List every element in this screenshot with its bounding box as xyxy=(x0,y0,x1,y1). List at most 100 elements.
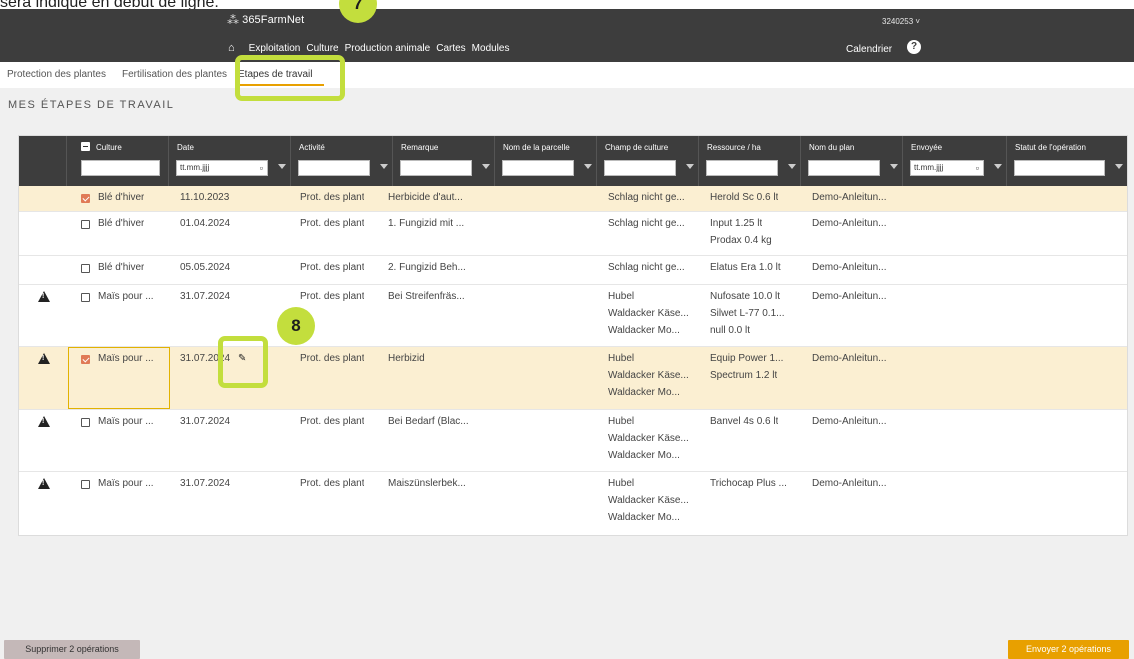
select-all-checkbox[interactable] xyxy=(81,142,90,151)
row-checkbox[interactable] xyxy=(81,293,90,302)
filter-icon[interactable] xyxy=(686,164,694,169)
main-nav: ⌂ Exploitation Culture Production animal… xyxy=(228,42,509,54)
cell-plan: Demo-Anleitun... xyxy=(812,353,887,364)
row-checkbox[interactable] xyxy=(81,355,90,364)
sub-nav: Protection des plantes Fertilisation des… xyxy=(0,62,1134,88)
header-label[interactable]: Ressource / ha xyxy=(707,143,761,152)
header-label[interactable]: Envoyée xyxy=(911,143,942,152)
cell-champ: Schlag nicht ge... xyxy=(608,192,685,203)
callout-highlight-edit xyxy=(218,336,268,388)
cell-remarque: Maiszünslerbek... xyxy=(388,478,466,489)
cell-plan: Demo-Anleitun... xyxy=(812,218,887,229)
nav-culture[interactable]: Culture xyxy=(306,43,338,54)
cell-date: 11.10.2023 xyxy=(180,192,230,203)
header-label[interactable]: Remarque xyxy=(401,143,438,152)
filter-statut-input[interactable] xyxy=(1014,160,1105,176)
send-operations-button[interactable]: Envoyer 2 opérations xyxy=(1008,640,1129,659)
cell-date: 05.05.2024 xyxy=(180,262,231,273)
cell-culture: Blé d'hiver xyxy=(98,262,145,273)
delete-operations-button[interactable]: Supprimer 2 opérations xyxy=(4,640,140,659)
filter-icon[interactable] xyxy=(584,164,592,169)
date-placeholder: tt.mm.jjjj xyxy=(180,163,210,172)
table-row[interactable]: Maïs pour ... 31.07.2024 ✎ Prot. des pla… xyxy=(19,347,1127,410)
calendar-icon[interactable]: ▫ xyxy=(260,161,263,175)
cell-ressource: Herold Sc 0.6 lt xyxy=(710,192,779,203)
filter-parcelle-input[interactable] xyxy=(502,160,574,176)
header-label[interactable]: Date xyxy=(177,143,194,152)
cell-ressource: Elatus Era 1.0 lt xyxy=(710,262,781,273)
filter-icon[interactable] xyxy=(482,164,490,169)
filter-ressource-input[interactable] xyxy=(706,160,778,176)
cell-plan: Demo-Anleitun... xyxy=(812,291,887,302)
nav-cartes[interactable]: Cartes xyxy=(436,43,465,54)
header-statut: Statut de l'opération xyxy=(1007,136,1127,186)
table-row[interactable]: Blé d'hiver 01.04.2024 Prot. des plant 1… xyxy=(19,212,1127,256)
row-checkbox[interactable] xyxy=(81,418,90,427)
filter-icon[interactable] xyxy=(890,164,898,169)
nav-exploitation[interactable]: Exploitation xyxy=(249,43,301,54)
cell-activite: Prot. des plant xyxy=(300,478,365,489)
main-content: MES ÉTAPES DE TRAVAIL Culture Date tt.mm… xyxy=(0,88,1134,659)
filter-activite-input[interactable] xyxy=(298,160,370,176)
cell-remarque: 2. Fungizid Beh... xyxy=(388,262,466,273)
filter-icon[interactable] xyxy=(788,164,796,169)
callout-badge-8: 8 xyxy=(277,307,315,345)
filter-icon[interactable] xyxy=(1115,164,1123,169)
cell-plan: Demo-Anleitun... xyxy=(812,262,887,273)
header-label[interactable]: Statut de l'opération xyxy=(1015,143,1086,152)
filter-icon[interactable] xyxy=(380,164,388,169)
filter-date-input[interactable]: tt.mm.jjjj ▫ xyxy=(176,160,268,176)
header-label[interactable]: Activité xyxy=(299,143,325,152)
logo-text: 365FarmNet xyxy=(242,14,305,26)
cell-champ: Schlag nicht ge... xyxy=(608,262,685,273)
header-label[interactable]: Nom du plan xyxy=(809,143,854,152)
help-icon[interactable]: ? xyxy=(907,40,921,54)
cell-remarque: Herbizid xyxy=(388,353,425,364)
header-envoyee: Envoyée tt.mm.jjjj ▫ xyxy=(903,136,1007,186)
warning-icon xyxy=(38,291,50,302)
home-icon[interactable]: ⌂ xyxy=(228,42,235,54)
cell-ressource: Trichocap Plus ... xyxy=(710,478,787,489)
cell-remarque: Bei Bedarf (Blac... xyxy=(388,416,469,427)
cell-activite: Prot. des plant xyxy=(300,416,365,427)
filter-plan-input[interactable] xyxy=(808,160,880,176)
filter-champ-input[interactable] xyxy=(604,160,676,176)
table-row[interactable]: Maïs pour ... 31.07.2024 Prot. des plant… xyxy=(19,472,1127,535)
calendar-link[interactable]: Calendrier xyxy=(846,44,892,55)
cell-ressource: Banvel 4s 0.6 lt xyxy=(710,416,779,427)
header-label[interactable]: Nom de la parcelle xyxy=(503,143,570,152)
table-row[interactable]: Maïs pour ... 31.07.2024 Prot. des plant… xyxy=(19,285,1127,347)
row-checkbox[interactable] xyxy=(81,480,90,489)
calendar-icon[interactable]: ▫ xyxy=(976,161,979,175)
table-row[interactable]: Blé d'hiver 11.10.2023 Prot. des plant H… xyxy=(19,186,1127,212)
cell-plan: Demo-Anleitun... xyxy=(812,416,887,427)
cell-date: 01.04.2024 xyxy=(180,218,231,229)
cell-plan: Demo-Anleitun... xyxy=(812,478,887,489)
table-row[interactable]: Blé d'hiver 05.05.2024 Prot. des plant 2… xyxy=(19,256,1127,285)
filter-icon[interactable] xyxy=(994,164,1002,169)
nav-modules[interactable]: Modules xyxy=(472,43,510,54)
header-label[interactable]: Culture xyxy=(96,143,122,152)
filter-envoyee-input[interactable]: tt.mm.jjjj ▫ xyxy=(910,160,984,176)
row-checkbox[interactable] xyxy=(81,220,90,229)
cell-ressource: Prodax 0.4 kg xyxy=(710,235,772,246)
tab-fertilisation-plantes[interactable]: Fertilisation des plantes xyxy=(122,69,227,80)
row-checkbox[interactable] xyxy=(81,264,90,273)
cell-champ: Waldacker Mo... xyxy=(608,512,680,523)
cell-remarque: 1. Fungizid mit ... xyxy=(388,218,465,229)
nav-production-animale[interactable]: Production animale xyxy=(345,43,431,54)
app-root: sera indiqué en début de ligne. ⁂ 365Far… xyxy=(0,0,1134,659)
cell-activite: Prot. des plant xyxy=(300,262,365,273)
filter-remarque-input[interactable] xyxy=(400,160,472,176)
row-checkbox[interactable] xyxy=(81,194,90,203)
filter-culture-input[interactable] xyxy=(81,160,160,176)
header-label[interactable]: Champ de culture xyxy=(605,143,668,152)
filter-icon[interactable] xyxy=(278,164,286,169)
cell-ressource: null 0.0 lt xyxy=(710,325,751,336)
cell-remarque: Herbicide d'aut... xyxy=(388,192,463,203)
account-menu[interactable]: 3240253 ˅ xyxy=(882,17,920,26)
app-logo[interactable]: ⁂ 365FarmNet xyxy=(227,13,304,27)
table-row[interactable]: Maïs pour ... 31.07.2024 Prot. des plant… xyxy=(19,410,1127,472)
tab-protection-plantes[interactable]: Protection des plantes xyxy=(7,69,106,80)
cell-ressource: Spectrum 1.2 lt xyxy=(710,370,778,381)
